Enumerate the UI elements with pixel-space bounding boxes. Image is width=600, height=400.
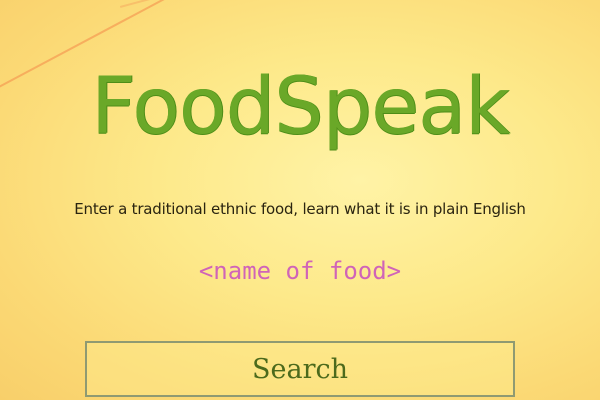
app-title: FoodSpeak [90,62,510,152]
search-button[interactable]: Search [85,341,515,397]
background-streak [119,0,275,8]
search-button-label: Search [252,353,348,385]
tagline: Enter a traditional ethnic food, learn w… [74,200,526,218]
food-name-input[interactable] [150,252,450,290]
